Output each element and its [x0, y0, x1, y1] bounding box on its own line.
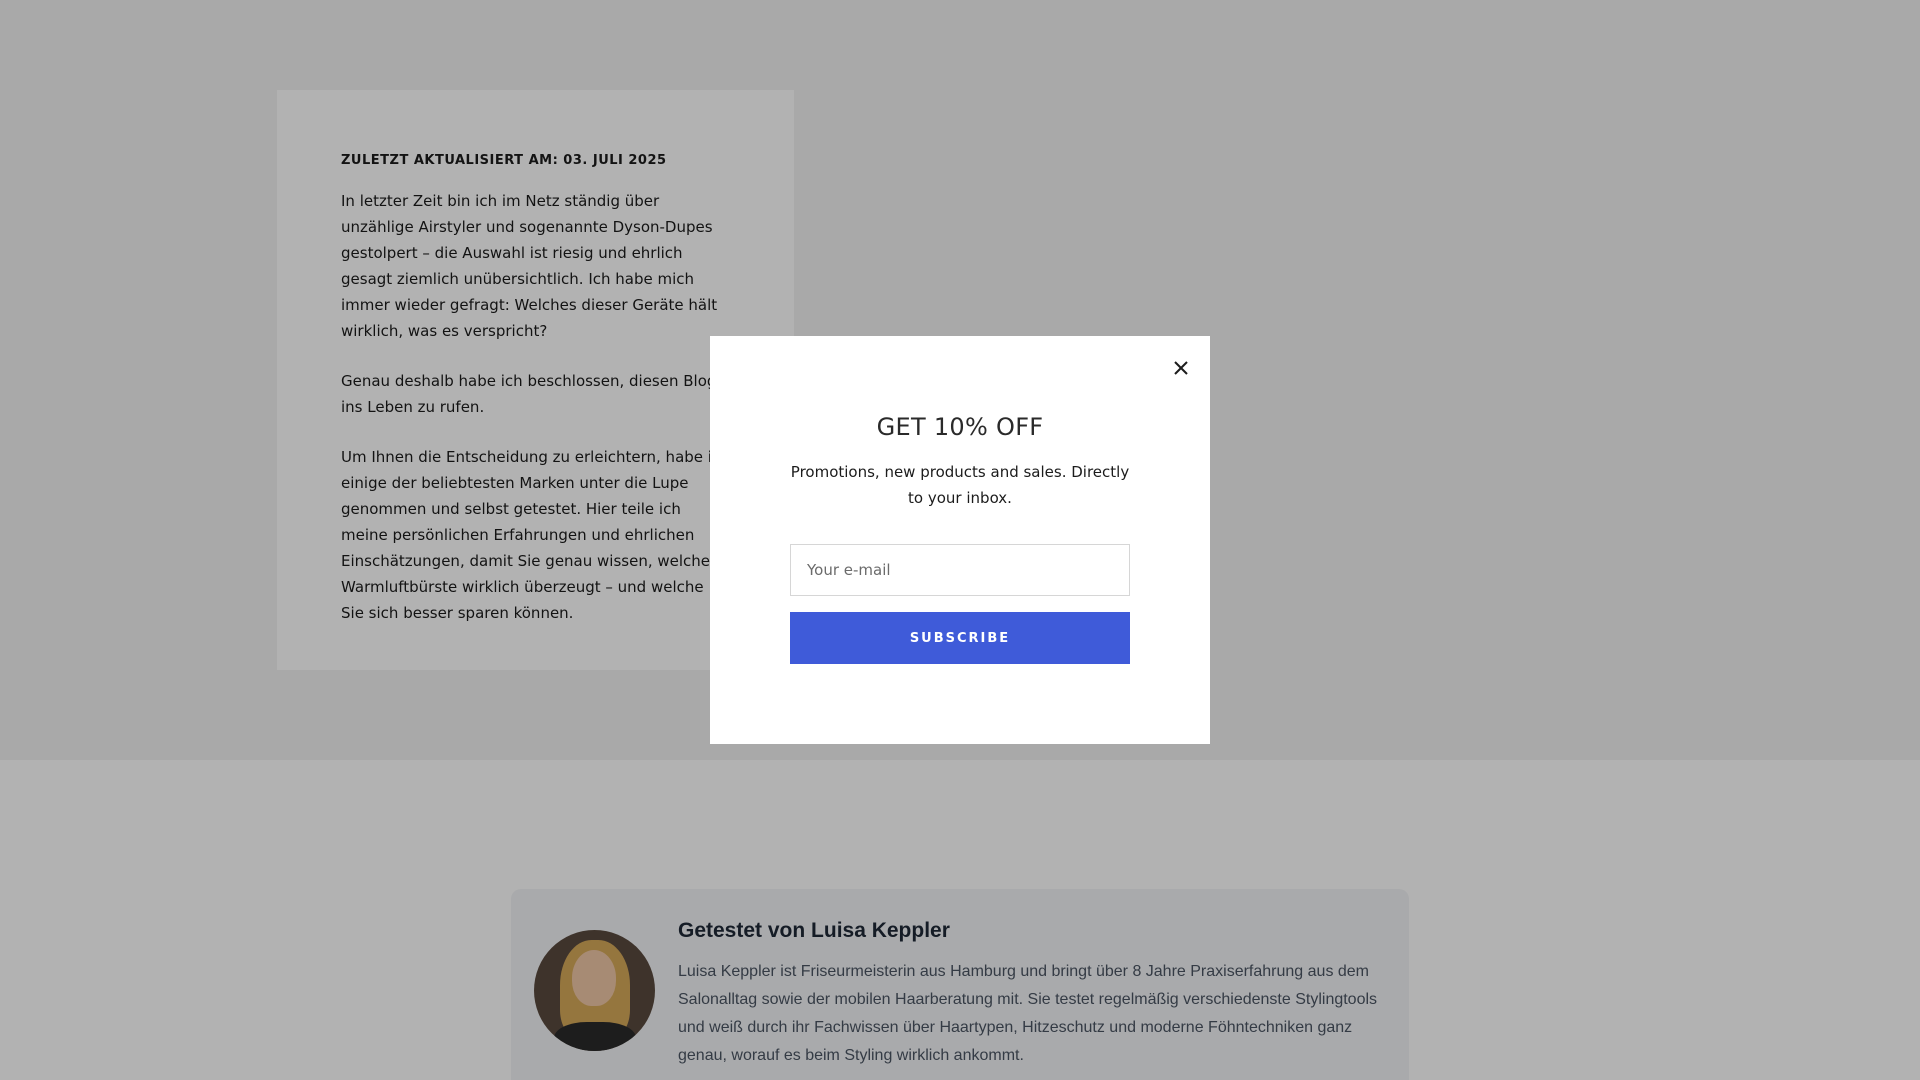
subscribe-button[interactable]: SUBSCRIBE	[790, 612, 1130, 664]
popup-title: GET 10% OFF	[876, 413, 1044, 441]
close-icon	[1174, 361, 1188, 375]
newsletter-popup: GET 10% OFF Promotions, new products and…	[710, 336, 1210, 744]
email-field[interactable]	[790, 544, 1130, 596]
close-button[interactable]	[1166, 353, 1196, 383]
popup-description: Promotions, new products and sales. Dire…	[790, 463, 1130, 507]
